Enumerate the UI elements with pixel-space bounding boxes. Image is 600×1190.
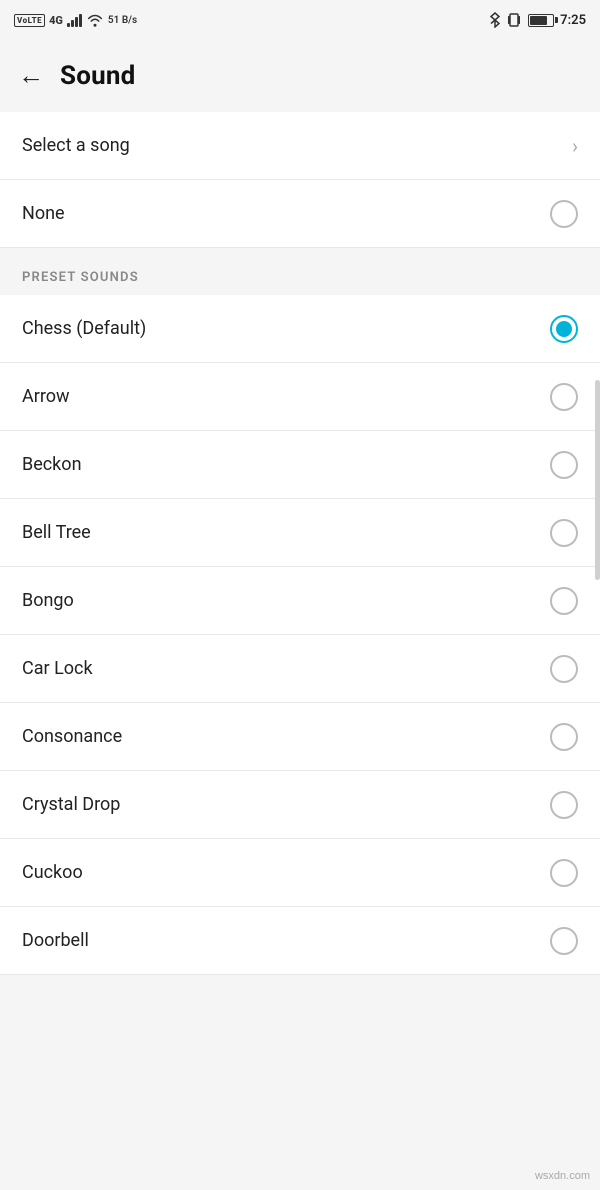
sound-item-beckon[interactable]: Beckon (0, 431, 600, 499)
status-right: 7:25 (490, 12, 586, 28)
radio-button-bell-tree[interactable] (550, 519, 578, 547)
sound-item-car-lock[interactable]: Car Lock (0, 635, 600, 703)
sound-item-label-car-lock: Car Lock (22, 658, 93, 679)
radio-button-cuckoo[interactable] (550, 859, 578, 887)
signal-bars (67, 13, 82, 27)
sound-item-arrow[interactable]: Arrow (0, 363, 600, 431)
none-label: None (22, 203, 65, 224)
radio-button-consonance[interactable] (550, 723, 578, 751)
radio-button-arrow[interactable] (550, 383, 578, 411)
sound-item-label-crystal-drop: Crystal Drop (22, 794, 120, 815)
radio-button-car-lock[interactable] (550, 655, 578, 683)
app-header: ← Sound (0, 40, 600, 112)
sound-item-bell-tree[interactable]: Bell Tree (0, 499, 600, 567)
select-song-row[interactable]: Select a song › (0, 112, 600, 180)
bluetooth-icon (490, 12, 500, 28)
sound-list: Chess (Default) Arrow Beckon Bell Tree Bongo… (0, 295, 600, 975)
scrollbar[interactable] (595, 380, 600, 580)
sound-item-label-bongo: Bongo (22, 590, 74, 611)
back-button[interactable]: ← (18, 63, 44, 89)
wifi-icon (86, 13, 104, 27)
radio-button-doorbell[interactable] (550, 927, 578, 955)
sound-item-consonance[interactable]: Consonance (0, 703, 600, 771)
sound-item-label-consonance: Consonance (22, 726, 122, 747)
battery-icon (528, 14, 554, 27)
sound-item-crystal-drop[interactable]: Crystal Drop (0, 771, 600, 839)
chevron-right-icon: › (572, 134, 578, 158)
vibrate-icon (506, 12, 522, 28)
sound-item-chess[interactable]: Chess (Default) (0, 295, 600, 363)
sound-item-label-bell-tree: Bell Tree (22, 522, 91, 543)
data-speed: 51 B/s (108, 15, 137, 26)
sound-item-label-doorbell: Doorbell (22, 930, 89, 951)
watermark: wsxdn.com (535, 1170, 590, 1182)
radio-button-crystal-drop[interactable] (550, 791, 578, 819)
sound-item-label-cuckoo: Cuckoo (22, 862, 83, 883)
signal-4g: 4G (49, 14, 63, 27)
select-song-label: Select a song (22, 135, 130, 156)
sound-item-label-arrow: Arrow (22, 386, 70, 407)
radio-button-beckon[interactable] (550, 451, 578, 479)
radio-button-bongo[interactable] (550, 587, 578, 615)
page-title: Sound (60, 61, 135, 91)
none-radio-button[interactable] (550, 200, 578, 228)
none-option-row[interactable]: None (0, 180, 600, 248)
sound-item-cuckoo[interactable]: Cuckoo (0, 839, 600, 907)
sound-item-label-beckon: Beckon (22, 454, 82, 475)
preset-sounds-section-header: PRESET SOUNDS (0, 248, 600, 295)
time-display: 7:25 (560, 13, 586, 28)
sound-item-doorbell[interactable]: Doorbell (0, 907, 600, 975)
status-left: VoLTE 4G 51 B/s (14, 13, 137, 27)
section-header-label: PRESET SOUNDS (22, 270, 139, 285)
sound-item-label-chess: Chess (Default) (22, 318, 146, 339)
status-bar: VoLTE 4G 51 B/s 7:25 (0, 0, 600, 40)
volte-badge: VoLTE (14, 14, 45, 27)
radio-button-chess[interactable] (550, 315, 578, 343)
sound-item-bongo[interactable]: Bongo (0, 567, 600, 635)
